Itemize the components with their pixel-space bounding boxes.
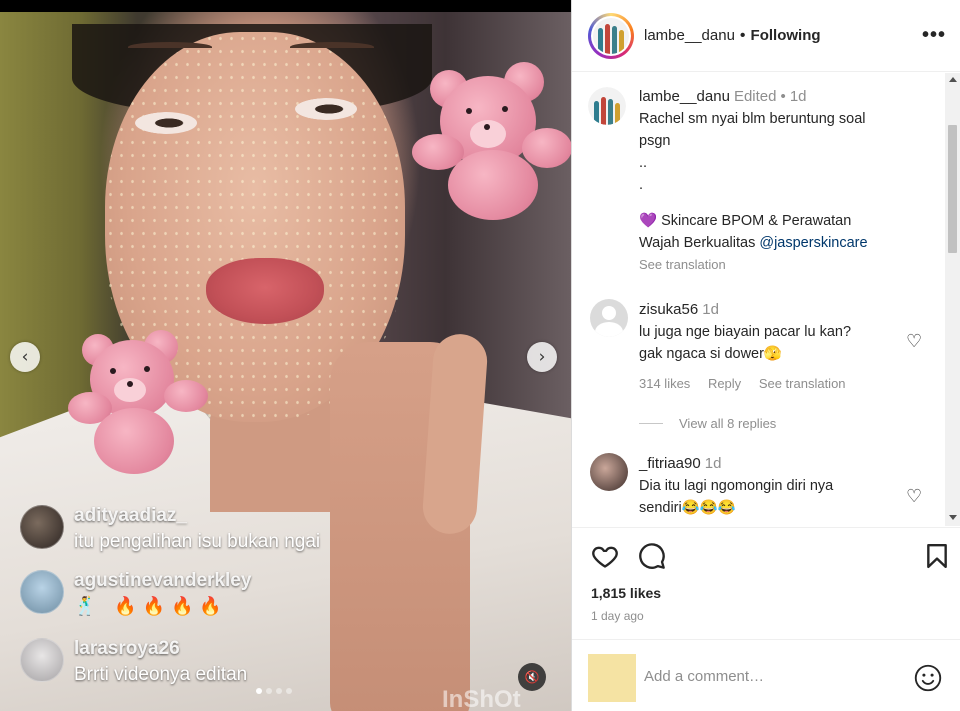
promo-text: Skincare BPOM & Perawatan: [661, 213, 852, 229]
lips-shape: [206, 258, 324, 324]
avatar[interactable]: [590, 453, 628, 491]
comment-likes[interactable]: 314 likes: [639, 376, 690, 391]
live-comment-username: larasroya26: [74, 638, 180, 659]
live-comment: agustinevanderkley 🕺 🔥🔥🔥🔥: [20, 570, 251, 617]
post-media[interactable]: ‹ › adityaadiaz_ itu pengalihan isu buka…: [0, 0, 571, 711]
comment-age: 1d: [702, 301, 719, 318]
bookmark-icon[interactable]: [924, 542, 950, 570]
carousel-dot: [256, 688, 262, 694]
carousel-dot: [266, 688, 272, 694]
comment-username[interactable]: _fitriaa90: [639, 455, 701, 472]
media-top-bar: [0, 0, 571, 12]
comments-scrollbar[interactable]: [945, 73, 960, 526]
avatar: [588, 654, 636, 702]
view-replies-button[interactable]: View all 8 replies: [639, 416, 776, 431]
next-slide-button[interactable]: ›: [527, 342, 557, 372]
post-side-panel: lambe__danu • Following ••• lambe__danu …: [571, 0, 960, 711]
author-username[interactable]: lambe__danu: [644, 27, 735, 44]
mute-button[interactable]: 🔇: [518, 663, 546, 691]
caption-line: .: [639, 177, 644, 193]
live-comment: adityaadiaz_ itu pengalihan isu bukan ng…: [20, 505, 320, 553]
comment-age: 1d: [704, 455, 722, 472]
see-translation-link[interactable]: See translation: [639, 254, 868, 276]
chevron-right-icon: ›: [538, 347, 546, 367]
avatar[interactable]: [590, 299, 628, 337]
see-translation-link[interactable]: See translation: [759, 376, 846, 391]
dancer-emoji: 🕺: [74, 596, 103, 617]
comment-text: lu juga nge biayain pacar lu kan?: [639, 324, 852, 340]
post-header: lambe__danu • Following •••: [572, 0, 960, 72]
comment-text: Dia itu lagi ngomongin diri nya: [639, 478, 834, 494]
comment-username[interactable]: zisuka56: [639, 301, 698, 318]
chevron-left-icon: ‹: [21, 347, 29, 367]
separator-dot: •: [739, 26, 746, 44]
avatar[interactable]: [588, 87, 626, 125]
promo-text: Wajah Berkualitas: [639, 235, 756, 251]
live-comment-text: Brrti videonya editan: [74, 664, 248, 685]
comment-bubble-icon[interactable]: [638, 542, 666, 570]
emoji-icon[interactable]: [914, 664, 942, 692]
watermark: InShOt: [442, 686, 521, 711]
left-brow: [128, 42, 212, 52]
carousel-dot: [276, 688, 282, 694]
scroll-down-arrow-icon[interactable]: [949, 515, 957, 520]
live-comment: larasroya26 Brrti videonya editan: [20, 638, 247, 686]
carousel-dot: [286, 688, 292, 694]
comment-text: gak ngaca si dower🫣: [639, 346, 782, 362]
scroll-up-arrow-icon[interactable]: [949, 77, 957, 82]
like-comment-heart-icon[interactable]: ♡: [906, 486, 922, 507]
caption-age: 1d: [789, 88, 807, 105]
scrollbar-thumb[interactable]: [948, 125, 957, 253]
caption: lambe__danu Edited • 1d Rachel sm nyai b…: [639, 86, 868, 276]
separator-dot: •: [780, 88, 786, 105]
edited-label: Edited: [733, 88, 777, 105]
previous-slide-button[interactable]: ‹: [10, 342, 40, 372]
reply-button[interactable]: Reply: [708, 376, 741, 391]
post-timestamp: 1 day ago: [591, 609, 644, 623]
live-comment-username: agustinevanderkley: [74, 570, 252, 591]
teddy-bear-sticker: [68, 328, 208, 478]
avatar: [20, 505, 64, 549]
caption-username[interactable]: lambe__danu: [639, 88, 730, 105]
purple-heart-icon: 💜: [639, 213, 658, 229]
following-button[interactable]: Following: [751, 27, 821, 44]
left-eye: [135, 112, 197, 134]
caption-line: ..: [639, 155, 648, 171]
right-brow: [290, 42, 374, 52]
avatar: [20, 570, 64, 614]
comment-input[interactable]: [644, 668, 894, 685]
live-comment-text: itu pengalihan isu bukan ngai: [74, 531, 321, 552]
more-options-icon[interactable]: •••: [922, 24, 946, 47]
like-comment-heart-icon[interactable]: ♡: [906, 331, 922, 352]
avatar: [593, 17, 629, 54]
post-actions: 1,815 likes 1 day ago: [572, 527, 960, 637]
carousel-indicator: [256, 688, 292, 694]
mention-link[interactable]: @jasperskincare: [759, 235, 867, 251]
comment-text: sendiri😂😂😂: [639, 500, 736, 516]
caption-line: Rachel sm nyai blm beruntung soal: [639, 111, 866, 127]
likes-count[interactable]: 1,815 likes: [591, 585, 661, 601]
comment: zisuka56 1d lu juga nge biayain pacar lu…: [639, 299, 860, 395]
view-replies-label: View all 8 replies: [679, 416, 777, 431]
teddy-bear-sticker: [412, 58, 571, 223]
like-heart-icon[interactable]: [590, 542, 620, 570]
live-comment-text: 🔥🔥🔥🔥: [114, 596, 228, 617]
speaker-muted-icon: 🔇: [524, 670, 540, 684]
comments-list[interactable]: lambe__danu Edited • 1d Rachel sm nyai b…: [572, 73, 945, 526]
right-eye: [295, 98, 357, 120]
comment: _fitriaa90 1d Dia itu lagi ngomongin dir…: [639, 453, 833, 519]
caption-line: psgn: [639, 133, 671, 149]
story-ring[interactable]: [588, 12, 634, 59]
avatar: [20, 638, 64, 682]
add-comment-bar: [572, 639, 960, 711]
live-comment-username: adityaadiaz_: [74, 505, 187, 526]
